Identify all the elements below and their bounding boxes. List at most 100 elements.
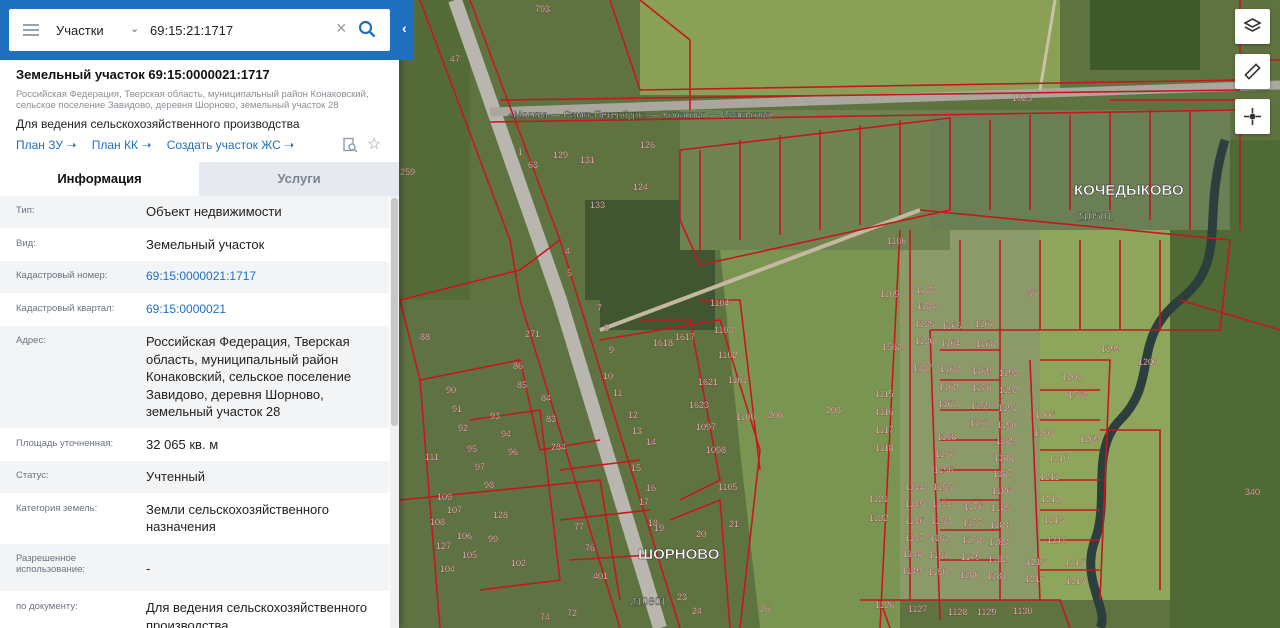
svg-text:106: 106 xyxy=(457,531,472,541)
svg-text:56: 56 xyxy=(1027,288,1037,298)
document-search-icon[interactable] xyxy=(342,137,358,153)
svg-text:74: 74 xyxy=(540,612,550,622)
svg-text:1180: 1180 xyxy=(960,570,979,580)
close-icon[interactable]: × xyxy=(336,19,347,37)
svg-text:1136: 1136 xyxy=(915,336,934,346)
svg-text:90: 90 xyxy=(446,385,456,395)
svg-text:76: 76 xyxy=(585,543,595,553)
svg-text:1098: 1098 xyxy=(706,445,726,455)
row-address: Адрес: Российская Федерация, Тверская обл… xyxy=(0,326,389,429)
search-type-select[interactable]: Участки xyxy=(56,23,104,38)
collapse-panel-button[interactable]: ‹ xyxy=(399,0,414,60)
svg-text:1135: 1135 xyxy=(915,319,934,329)
svg-text:109: 109 xyxy=(437,492,452,502)
svg-text:1189: 1189 xyxy=(996,436,1015,446)
parcel-purpose: Для ведения сельскохозяйственного произв… xyxy=(16,117,300,131)
svg-text:1: 1 xyxy=(518,147,523,157)
svg-text:1168: 1168 xyxy=(976,339,995,349)
locate-button[interactable] xyxy=(1235,99,1270,134)
svg-text:1211: 1211 xyxy=(1040,472,1059,482)
svg-text:1213: 1213 xyxy=(1044,515,1064,525)
svg-text:1162: 1162 xyxy=(939,382,958,392)
scrollbar-thumb[interactable] xyxy=(391,198,398,426)
svg-text:1208: 1208 xyxy=(1034,428,1054,438)
row-label: по документу: xyxy=(16,601,78,612)
svg-text:20: 20 xyxy=(696,529,706,539)
svg-text:1129: 1129 xyxy=(977,607,996,617)
svg-text:1191: 1191 xyxy=(998,403,1017,413)
svg-text:1097: 1097 xyxy=(696,422,716,432)
road-label: «Москва — Санкт-Петербург» — Конаково — … xyxy=(508,109,772,121)
quarter-label-210801: 210801 xyxy=(630,596,667,608)
svg-text:14: 14 xyxy=(646,437,656,447)
svg-text:1164: 1164 xyxy=(941,338,960,348)
layers-button[interactable] xyxy=(1235,9,1270,44)
svg-text:88: 88 xyxy=(420,332,430,342)
row-value: Учтенный xyxy=(146,469,206,484)
svg-text:1146: 1146 xyxy=(905,516,924,526)
svg-text:1210: 1210 xyxy=(1049,453,1069,463)
svg-text:84: 84 xyxy=(541,393,551,403)
svg-text:1217: 1217 xyxy=(1025,574,1045,584)
row-value: Земли сельскохозяйственного назначения xyxy=(146,501,329,535)
svg-text:1109: 1109 xyxy=(880,289,899,299)
row-kind: Вид: Земельный участок xyxy=(0,229,389,261)
svg-text:1563: 1563 xyxy=(1068,390,1088,400)
parcel-title: Земельный участок 69:15:0000021:1717 xyxy=(16,67,270,82)
layers-icon xyxy=(1243,18,1262,32)
svg-text:1171: 1171 xyxy=(970,418,989,428)
svg-text:1117: 1117 xyxy=(875,425,894,435)
svg-text:1181: 1181 xyxy=(987,571,1006,581)
svg-text:129: 129 xyxy=(553,150,568,160)
svg-text:12: 12 xyxy=(628,410,638,420)
plan-zu-link[interactable]: План ЗУ ➝ xyxy=(16,138,76,152)
svg-text:1212: 1212 xyxy=(1041,494,1061,504)
svg-text:133: 133 xyxy=(590,200,605,210)
svg-text:1148: 1148 xyxy=(903,549,922,559)
svg-text:111: 111 xyxy=(425,452,439,462)
svg-text:98: 98 xyxy=(484,480,494,490)
parcel-links: План ЗУ ➝ План КК ➝ Создать участок ЖС ➝ xyxy=(16,138,306,152)
create-parcel-link[interactable]: Создать участок ЖС ➝ xyxy=(167,138,294,152)
svg-text:1106: 1106 xyxy=(887,236,906,246)
chevron-down-icon[interactable]: ⌄ xyxy=(130,22,139,35)
svg-text:1151: 1151 xyxy=(929,550,948,560)
cadastral-number-link[interactable]: 69:15:0000021:1717 xyxy=(146,261,389,293)
menu-icon[interactable] xyxy=(23,24,39,36)
svg-text:128: 128 xyxy=(493,510,508,520)
row-value: Для ведения сельскохозяйственного произв… xyxy=(146,600,368,628)
svg-text:1126: 1126 xyxy=(875,600,894,610)
svg-text:1216: 1216 xyxy=(1065,557,1085,567)
village-label-kochedykovo: КОЧЕДЫКОВО xyxy=(1074,182,1184,199)
svg-text:1150: 1150 xyxy=(928,567,947,577)
svg-text:1621: 1621 xyxy=(698,377,718,387)
row-label: Кадастровый квартал: xyxy=(16,302,115,314)
svg-text:24: 24 xyxy=(692,606,702,616)
svg-text:1200: 1200 xyxy=(1138,357,1158,367)
svg-text:127: 127 xyxy=(436,541,451,551)
svg-text:99: 99 xyxy=(488,534,498,544)
parcel-address-short: Российская Федерация, Тверская область, … xyxy=(16,89,369,111)
ruler-button[interactable] xyxy=(1235,54,1270,89)
search-icon[interactable] xyxy=(358,20,376,38)
svg-text:271: 271 xyxy=(525,329,540,339)
svg-text:19: 19 xyxy=(654,523,664,533)
svg-text:1144: 1144 xyxy=(905,482,924,492)
svg-text:1101: 1101 xyxy=(728,375,747,385)
svg-text:1214: 1214 xyxy=(1047,535,1067,545)
svg-text:1185: 1185 xyxy=(991,503,1010,513)
cadastral-quarter-link[interactable]: 69:15:0000021 xyxy=(146,294,389,326)
svg-text:1157: 1157 xyxy=(935,449,954,459)
svg-text:1190: 1190 xyxy=(997,420,1016,430)
svg-text:401: 401 xyxy=(593,571,608,581)
tab-info[interactable]: Информация xyxy=(0,162,199,196)
info-table: Тип: Объект недвижимости Вид: Земельный уч… xyxy=(0,196,389,628)
svg-text:83: 83 xyxy=(546,414,556,424)
chevron-left-icon: ‹ xyxy=(402,20,407,36)
svg-text:1178: 1178 xyxy=(962,535,981,545)
plan-kk-link[interactable]: План КК ➝ xyxy=(92,138,152,152)
svg-text:92: 92 xyxy=(458,423,468,433)
star-icon[interactable]: ☆ xyxy=(367,134,381,154)
search-input[interactable]: 69:15:21:1717 xyxy=(150,23,233,38)
tab-services[interactable]: Услуги xyxy=(199,162,399,196)
